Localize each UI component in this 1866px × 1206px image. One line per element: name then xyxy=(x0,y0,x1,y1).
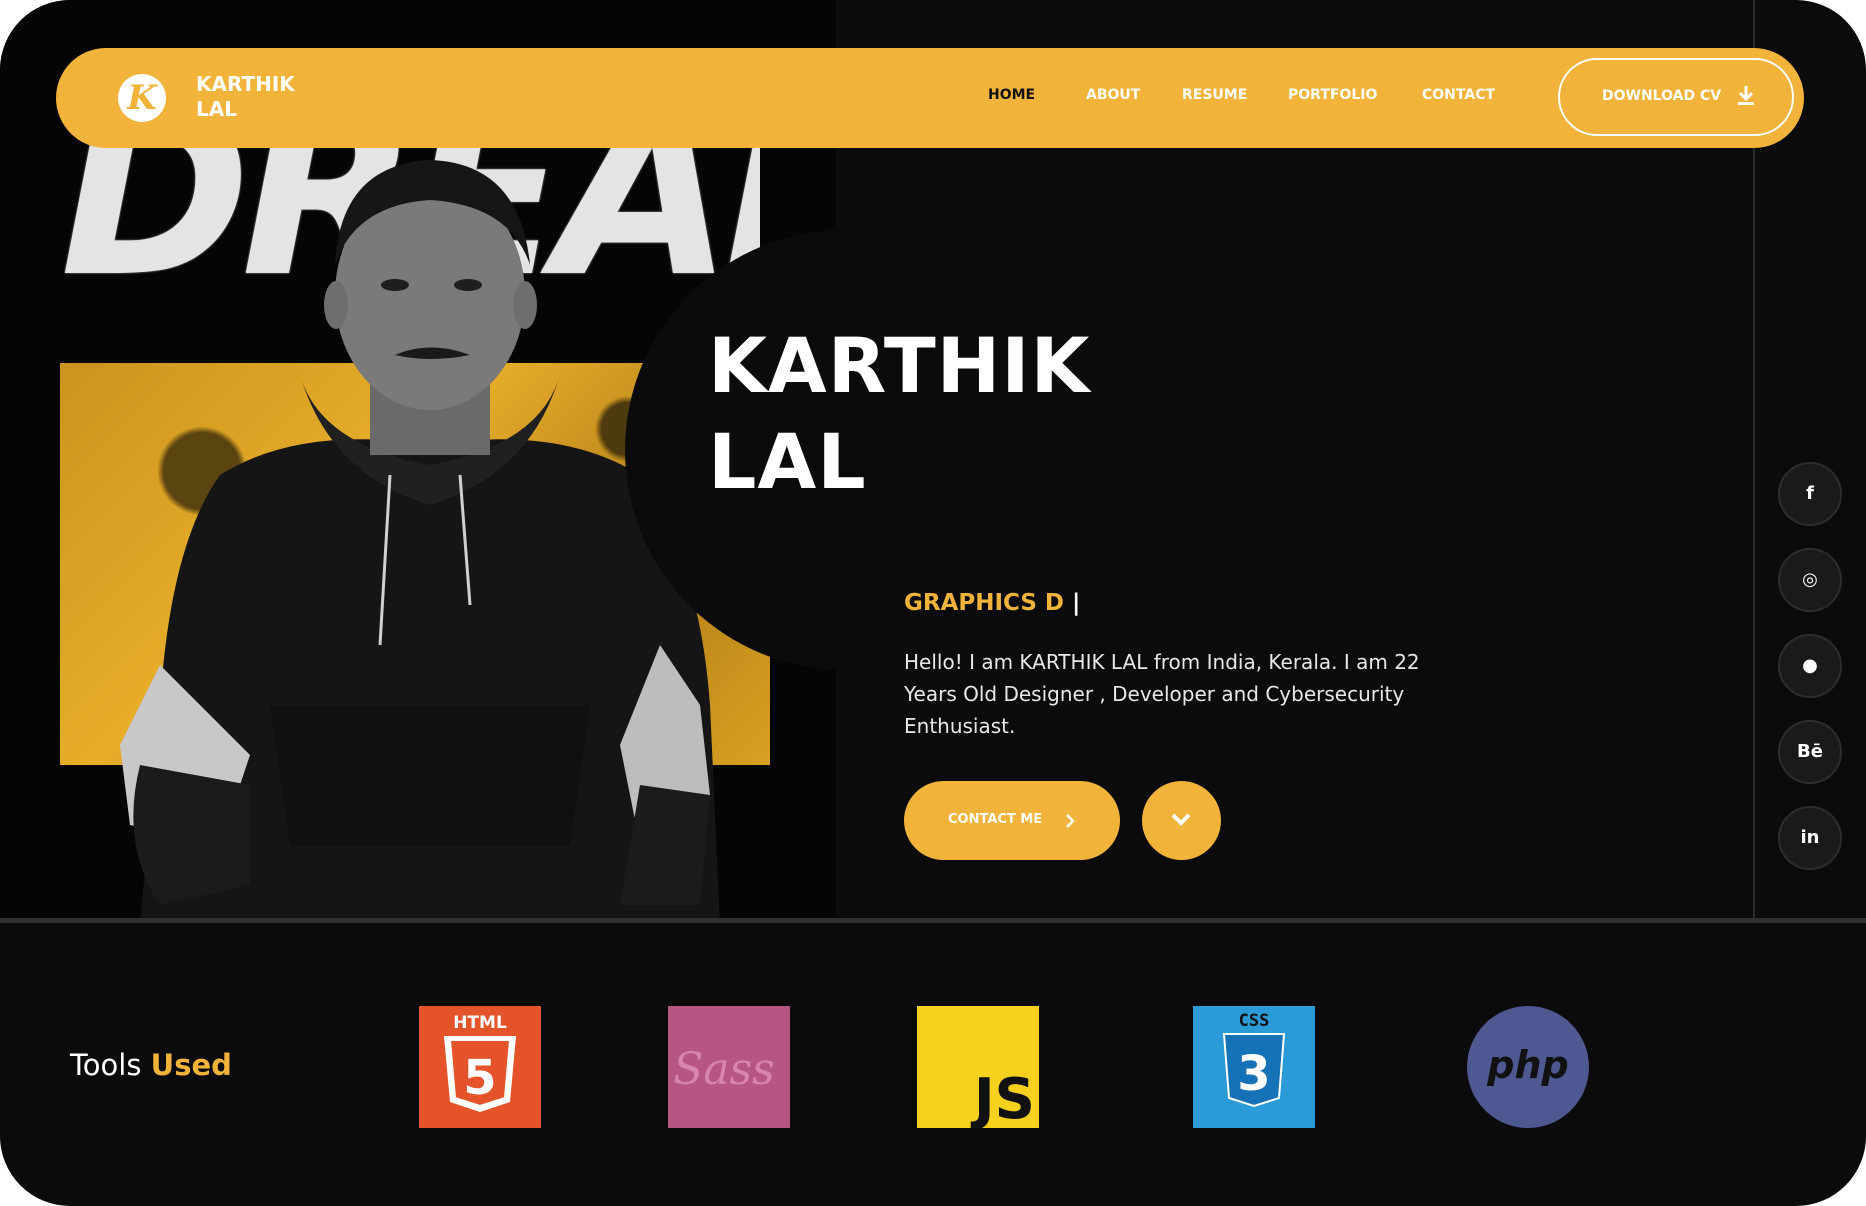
download-cv-label: DOWNLOAD CV xyxy=(1602,88,1722,104)
social-linkedin-button[interactable]: in xyxy=(1778,806,1842,870)
brand-line-1: KARTHIK xyxy=(196,72,295,96)
social-facebook-button[interactable]: f xyxy=(1778,462,1842,526)
scroll-down-button[interactable] xyxy=(1142,781,1221,860)
hero-title-line-2: LAL xyxy=(708,417,867,506)
navbar: K KARTHIK LAL HOME ABOUT RESUME PORTFOLI… xyxy=(56,48,1804,148)
portrait-photo xyxy=(120,160,720,918)
typed-role-text: GRAPHICS D xyxy=(904,590,1065,616)
instagram-icon: ◎ xyxy=(1802,569,1818,590)
js-text: JS xyxy=(970,1067,1035,1128)
php-text: php xyxy=(1486,1043,1568,1087)
sass-icon: Sass xyxy=(668,1006,790,1128)
hero-title-line-1: KARTHIK xyxy=(708,321,1091,410)
linkedin-icon: in xyxy=(1800,827,1820,848)
download-cv-button[interactable]: DOWNLOAD CV xyxy=(1558,58,1794,136)
brand-name[interactable]: KARTHIK LAL xyxy=(196,72,295,122)
hero-bio: Hello! I am KARTHIK LAL from India, Kera… xyxy=(904,650,1420,738)
social-instagram-button[interactable]: ◎ xyxy=(1778,548,1842,612)
nav-link-about[interactable]: ABOUT xyxy=(1086,87,1140,103)
contact-me-button[interactable]: CONTACT ME xyxy=(904,781,1120,860)
nav-link-contact[interactable]: CONTACT xyxy=(1422,87,1495,103)
section-divider xyxy=(0,918,1866,923)
nav-link-home[interactable]: HOME xyxy=(988,87,1035,103)
tools-title-highlight: Used xyxy=(150,1048,232,1082)
page-frame: DREAM xyxy=(0,0,1866,1206)
behance-icon: Bē xyxy=(1797,741,1823,762)
social-github-button[interactable]: ● xyxy=(1778,634,1842,698)
php-icon: php xyxy=(1467,1006,1589,1128)
typed-role: GRAPHICS D | xyxy=(904,590,1080,616)
javascript-icon: JS xyxy=(917,1006,1039,1128)
css-version: 3 xyxy=(1237,1046,1270,1102)
nav-link-portfolio[interactable]: PORTFOLIO xyxy=(1288,87,1377,103)
download-icon xyxy=(1738,86,1754,105)
logo-icon[interactable]: K xyxy=(118,74,166,122)
social-behance-button[interactable]: Bē xyxy=(1778,720,1842,784)
chevron-down-icon xyxy=(1171,813,1191,826)
sass-text: Sass xyxy=(673,1044,775,1095)
chevron-right-icon xyxy=(1066,814,1075,828)
contact-me-label: CONTACT ME xyxy=(948,812,1043,827)
typing-caret: | xyxy=(1072,590,1081,616)
html5-icon: HTML 5 xyxy=(419,1006,541,1128)
html-label: HTML xyxy=(453,1013,507,1033)
tools-title: Tools Used xyxy=(70,1048,232,1082)
brand-line-2: LAL xyxy=(196,97,237,121)
github-icon: ● xyxy=(1802,655,1818,676)
css3-icon: CSS 3 xyxy=(1193,1006,1315,1128)
tools-title-plain: Tools xyxy=(70,1048,142,1082)
nav-link-resume[interactable]: RESUME xyxy=(1182,87,1247,103)
css-label: CSS xyxy=(1239,1011,1270,1031)
html-version: 5 xyxy=(463,1050,496,1106)
hero-title: KARTHIK LAL xyxy=(708,318,1090,510)
facebook-icon: f xyxy=(1806,483,1814,504)
